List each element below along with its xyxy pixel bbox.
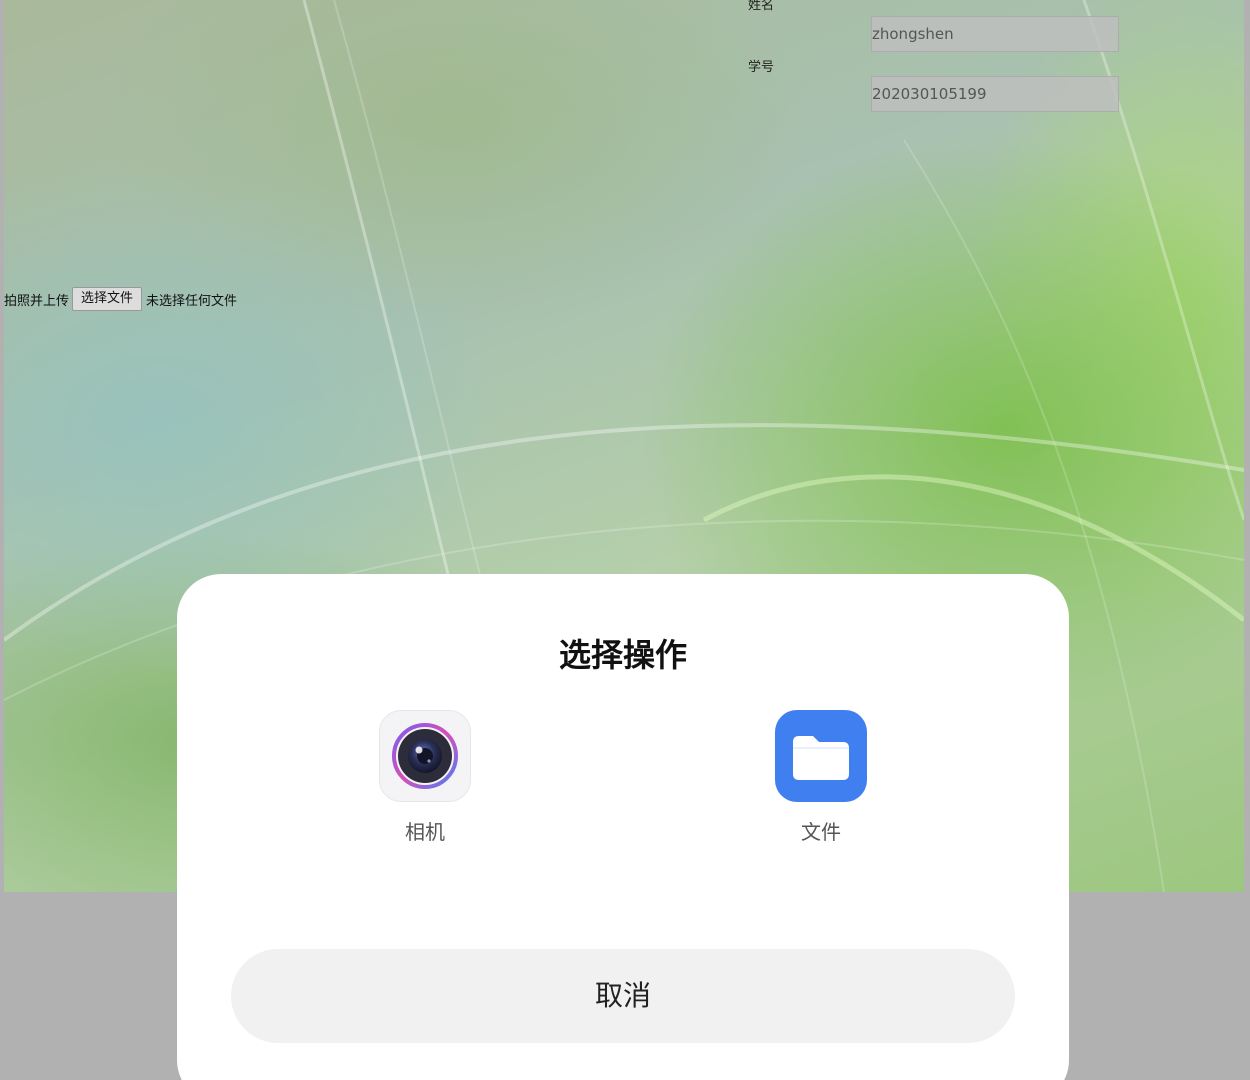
sheet-title: 选择操作 bbox=[558, 636, 687, 674]
choose-file-button[interactable]: 选择文件 bbox=[72, 287, 143, 311]
folder-icon[interactable] bbox=[775, 710, 867, 802]
upload-row: 拍照并上传 选择文件 未选择任何文件 bbox=[4, 287, 237, 311]
name-input[interactable]: zhongshen bbox=[871, 16, 1119, 52]
upload-label: 拍照并上传 bbox=[4, 293, 70, 309]
student-id-input[interactable]: 202030105199 bbox=[871, 76, 1119, 112]
student-id-label: 学号 bbox=[748, 60, 775, 75]
cancel-button[interactable]: 取消 bbox=[231, 949, 1015, 1043]
choose-action-sheet: 选择操作 相机 文件 取消 bbox=[177, 574, 1069, 1080]
camera-option[interactable]: 相机 bbox=[365, 710, 485, 845]
camera-option-label: 相机 bbox=[405, 820, 445, 844]
camera-icon[interactable] bbox=[379, 710, 471, 802]
name-label: 姓名 bbox=[748, 0, 775, 13]
no-file-text: 未选择任何文件 bbox=[146, 293, 238, 309]
files-option[interactable]: 文件 bbox=[761, 710, 881, 845]
files-option-label: 文件 bbox=[801, 820, 841, 844]
